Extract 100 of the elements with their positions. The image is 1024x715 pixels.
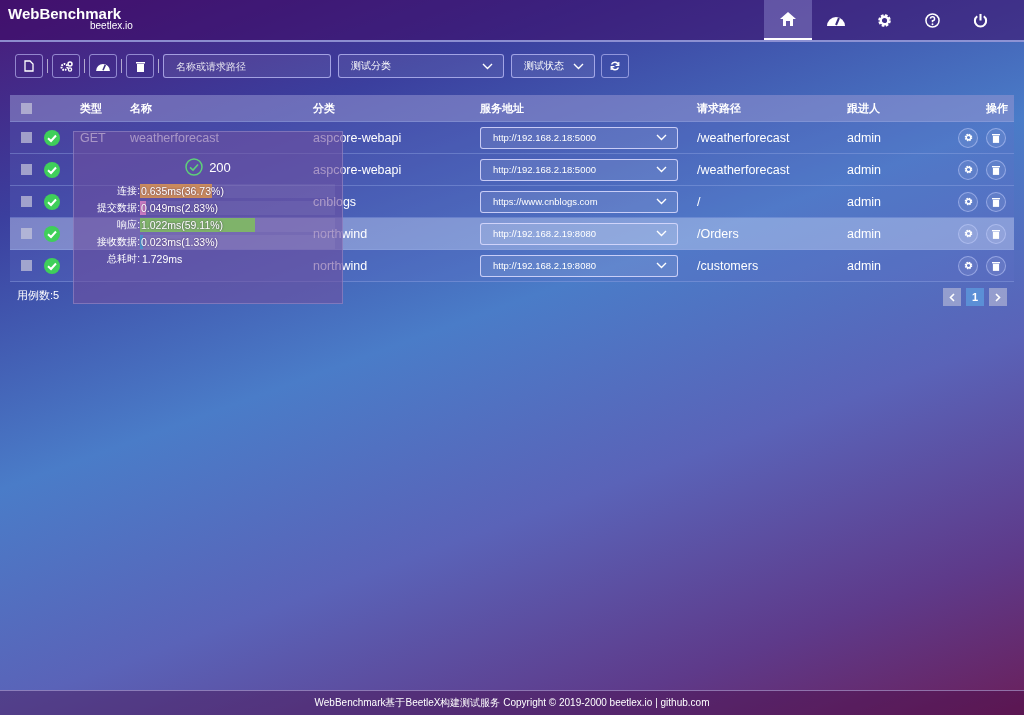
power-icon xyxy=(972,12,988,28)
refresh-icon xyxy=(610,61,620,71)
settings-icon xyxy=(963,165,973,174)
toolbar-button[interactable] xyxy=(15,54,43,78)
check-circle-icon xyxy=(185,158,204,176)
app-logo: WebBenchmark xyxy=(8,5,122,22)
delete-button[interactable] xyxy=(986,159,1006,180)
request-path: / xyxy=(697,194,701,209)
case-count: 用例数:5 xyxy=(17,288,60,303)
trash-icon xyxy=(992,260,1000,271)
trash-icon xyxy=(992,132,1000,143)
trash-icon xyxy=(992,196,1000,207)
row-checkbox[interactable] xyxy=(21,260,32,271)
request-path: /weatherforecast xyxy=(697,130,790,145)
timing-label: 响应: xyxy=(116,217,140,232)
total-time: 1.729ms xyxy=(141,252,183,265)
method-text: GET xyxy=(80,130,106,145)
success-check-icon xyxy=(44,193,60,210)
chevron-down-icon xyxy=(656,230,667,237)
next-page-button[interactable] xyxy=(989,288,1007,306)
chevron-right-icon xyxy=(995,292,1001,302)
request-path: /weatherforecast xyxy=(697,162,790,177)
delete-button[interactable] xyxy=(986,191,1006,212)
search-field[interactable]: 名称或请求路径 xyxy=(163,54,331,78)
category-text: northwind xyxy=(313,226,368,241)
owner-text: admin xyxy=(847,130,882,145)
settings-icon xyxy=(963,229,973,238)
chevron-down-icon xyxy=(656,262,667,269)
success-check-icon xyxy=(44,161,60,178)
gears-icon xyxy=(59,60,73,72)
nav-tab[interactable] xyxy=(764,0,812,40)
settings-button[interactable] xyxy=(958,223,978,244)
success-check-icon xyxy=(44,225,60,242)
select-all-checkbox[interactable] xyxy=(21,102,32,114)
toolbar-button[interactable] xyxy=(52,54,80,78)
timing-label: 总耗时: xyxy=(106,251,140,266)
previous-page-button[interactable] xyxy=(943,288,961,306)
category-text: aspcore-webapi xyxy=(313,162,402,177)
timing-value: 0.023ms(1.33%) xyxy=(140,235,219,248)
owner-text: admin xyxy=(847,226,882,241)
row-checkbox[interactable] xyxy=(21,228,32,239)
server-dropdown[interactable]: http://192.168.2.19:8080 xyxy=(480,254,678,277)
row-checkbox[interactable] xyxy=(21,132,32,143)
delete-button[interactable] xyxy=(986,127,1006,148)
settings-icon xyxy=(963,197,973,206)
status-code: 200 xyxy=(209,159,231,175)
owner-text: admin xyxy=(847,194,882,209)
server-dropdown[interactable]: http://192.168.2.19:8080 xyxy=(480,222,678,245)
settings-button[interactable] xyxy=(958,127,978,148)
test-name: weatherforecast xyxy=(130,130,219,145)
chevron-down-icon xyxy=(656,166,667,173)
app-subtitle: beetlex.io xyxy=(90,20,133,31)
server-dropdown[interactable]: http://192.168.2.18:5000 xyxy=(480,126,678,149)
row-checkbox[interactable] xyxy=(21,196,32,207)
server-dropdown[interactable]: https://www.cnblogs.com xyxy=(480,190,678,213)
delete-button[interactable] xyxy=(986,255,1006,276)
settings-icon xyxy=(876,12,892,28)
delete-button[interactable] xyxy=(986,223,1006,244)
category-dropdown[interactable]: 测试分类 xyxy=(338,54,504,78)
timing-label: 接收数据: xyxy=(96,234,140,249)
success-check-icon xyxy=(44,129,60,146)
chevron-down-icon xyxy=(482,62,493,70)
settings-icon xyxy=(963,261,973,270)
page-button[interactable]: 1 xyxy=(966,288,984,306)
settings-icon xyxy=(963,133,973,142)
timing-label: 提交数据: xyxy=(96,200,140,215)
column-header: 请求路径 xyxy=(697,100,742,116)
home-icon xyxy=(780,12,796,26)
trash-icon xyxy=(135,60,145,72)
column-header: 操作 xyxy=(985,100,1009,116)
settings-button[interactable] xyxy=(958,255,978,276)
settings-button[interactable] xyxy=(958,191,978,212)
request-path: /Orders xyxy=(697,226,739,241)
timing-value: 1.022ms(59.11%) xyxy=(140,218,224,231)
timing-label: 连接: xyxy=(116,183,140,198)
table-row[interactable]: GET weatherforecast aspcore-webapi http://192.168.2.18:5000 /weatherforecast admin xyxy=(10,122,1014,154)
server-dropdown[interactable]: http://192.168.2.18:5000 xyxy=(480,158,678,181)
column-header: 服务地址 xyxy=(480,100,525,116)
toolbar-button[interactable] xyxy=(126,54,154,78)
owner-text: admin xyxy=(847,162,882,177)
column-header: 跟进人 xyxy=(847,100,881,116)
column-header: 分类 xyxy=(313,100,336,116)
row-checkbox[interactable] xyxy=(21,164,32,175)
file-icon xyxy=(24,60,34,72)
refresh-button[interactable] xyxy=(601,54,629,78)
success-check-icon xyxy=(44,257,60,274)
toolbar-button[interactable] xyxy=(89,54,117,78)
chevron-left-icon xyxy=(949,292,955,302)
gauge-icon xyxy=(96,61,110,71)
status-dropdown[interactable]: 测试状态 xyxy=(511,54,595,78)
settings-button[interactable] xyxy=(958,159,978,180)
chevron-down-icon xyxy=(656,198,667,205)
chevron-down-icon xyxy=(573,62,584,70)
category-text: aspcore-webapi xyxy=(313,130,402,145)
trash-icon xyxy=(992,228,1000,239)
column-header: 名称 xyxy=(130,100,153,116)
column-header: 类型 xyxy=(80,100,103,116)
chevron-down-icon xyxy=(656,134,667,141)
category-text: cnblogs xyxy=(313,194,357,209)
footer-copyright: WebBenchmark基于BeetleX构建测试服务 Copyright © 2019-2000 beetlex.io | github.com xyxy=(314,696,710,710)
